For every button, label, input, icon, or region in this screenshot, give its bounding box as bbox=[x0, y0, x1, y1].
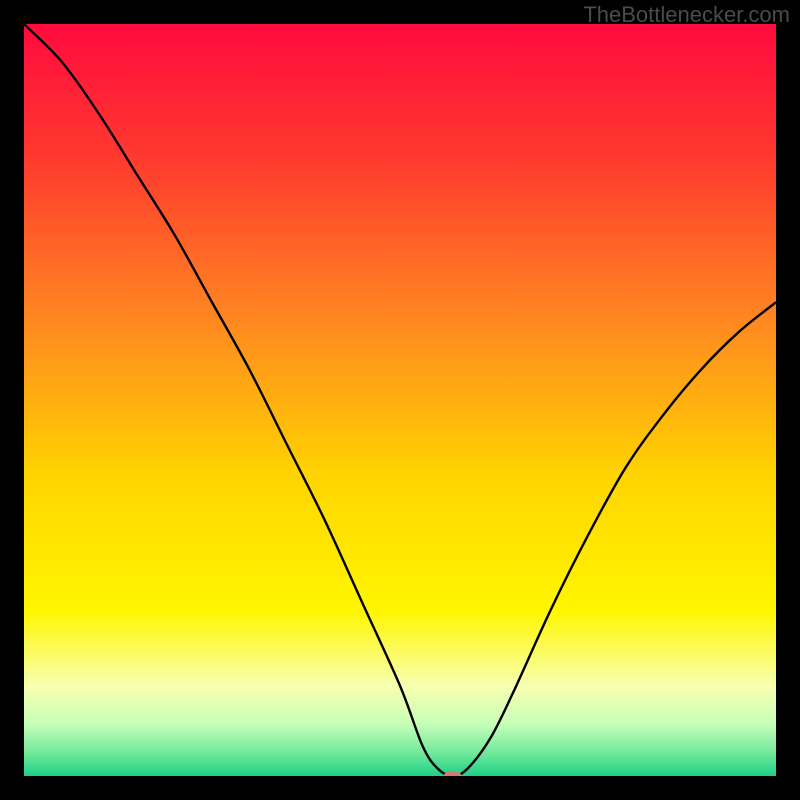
chart-background bbox=[24, 24, 776, 776]
chart-frame: TheBottlenecker.com bbox=[0, 0, 800, 800]
watermark-text: TheBottlenecker.com bbox=[583, 2, 790, 28]
bottleneck-chart bbox=[24, 24, 776, 776]
